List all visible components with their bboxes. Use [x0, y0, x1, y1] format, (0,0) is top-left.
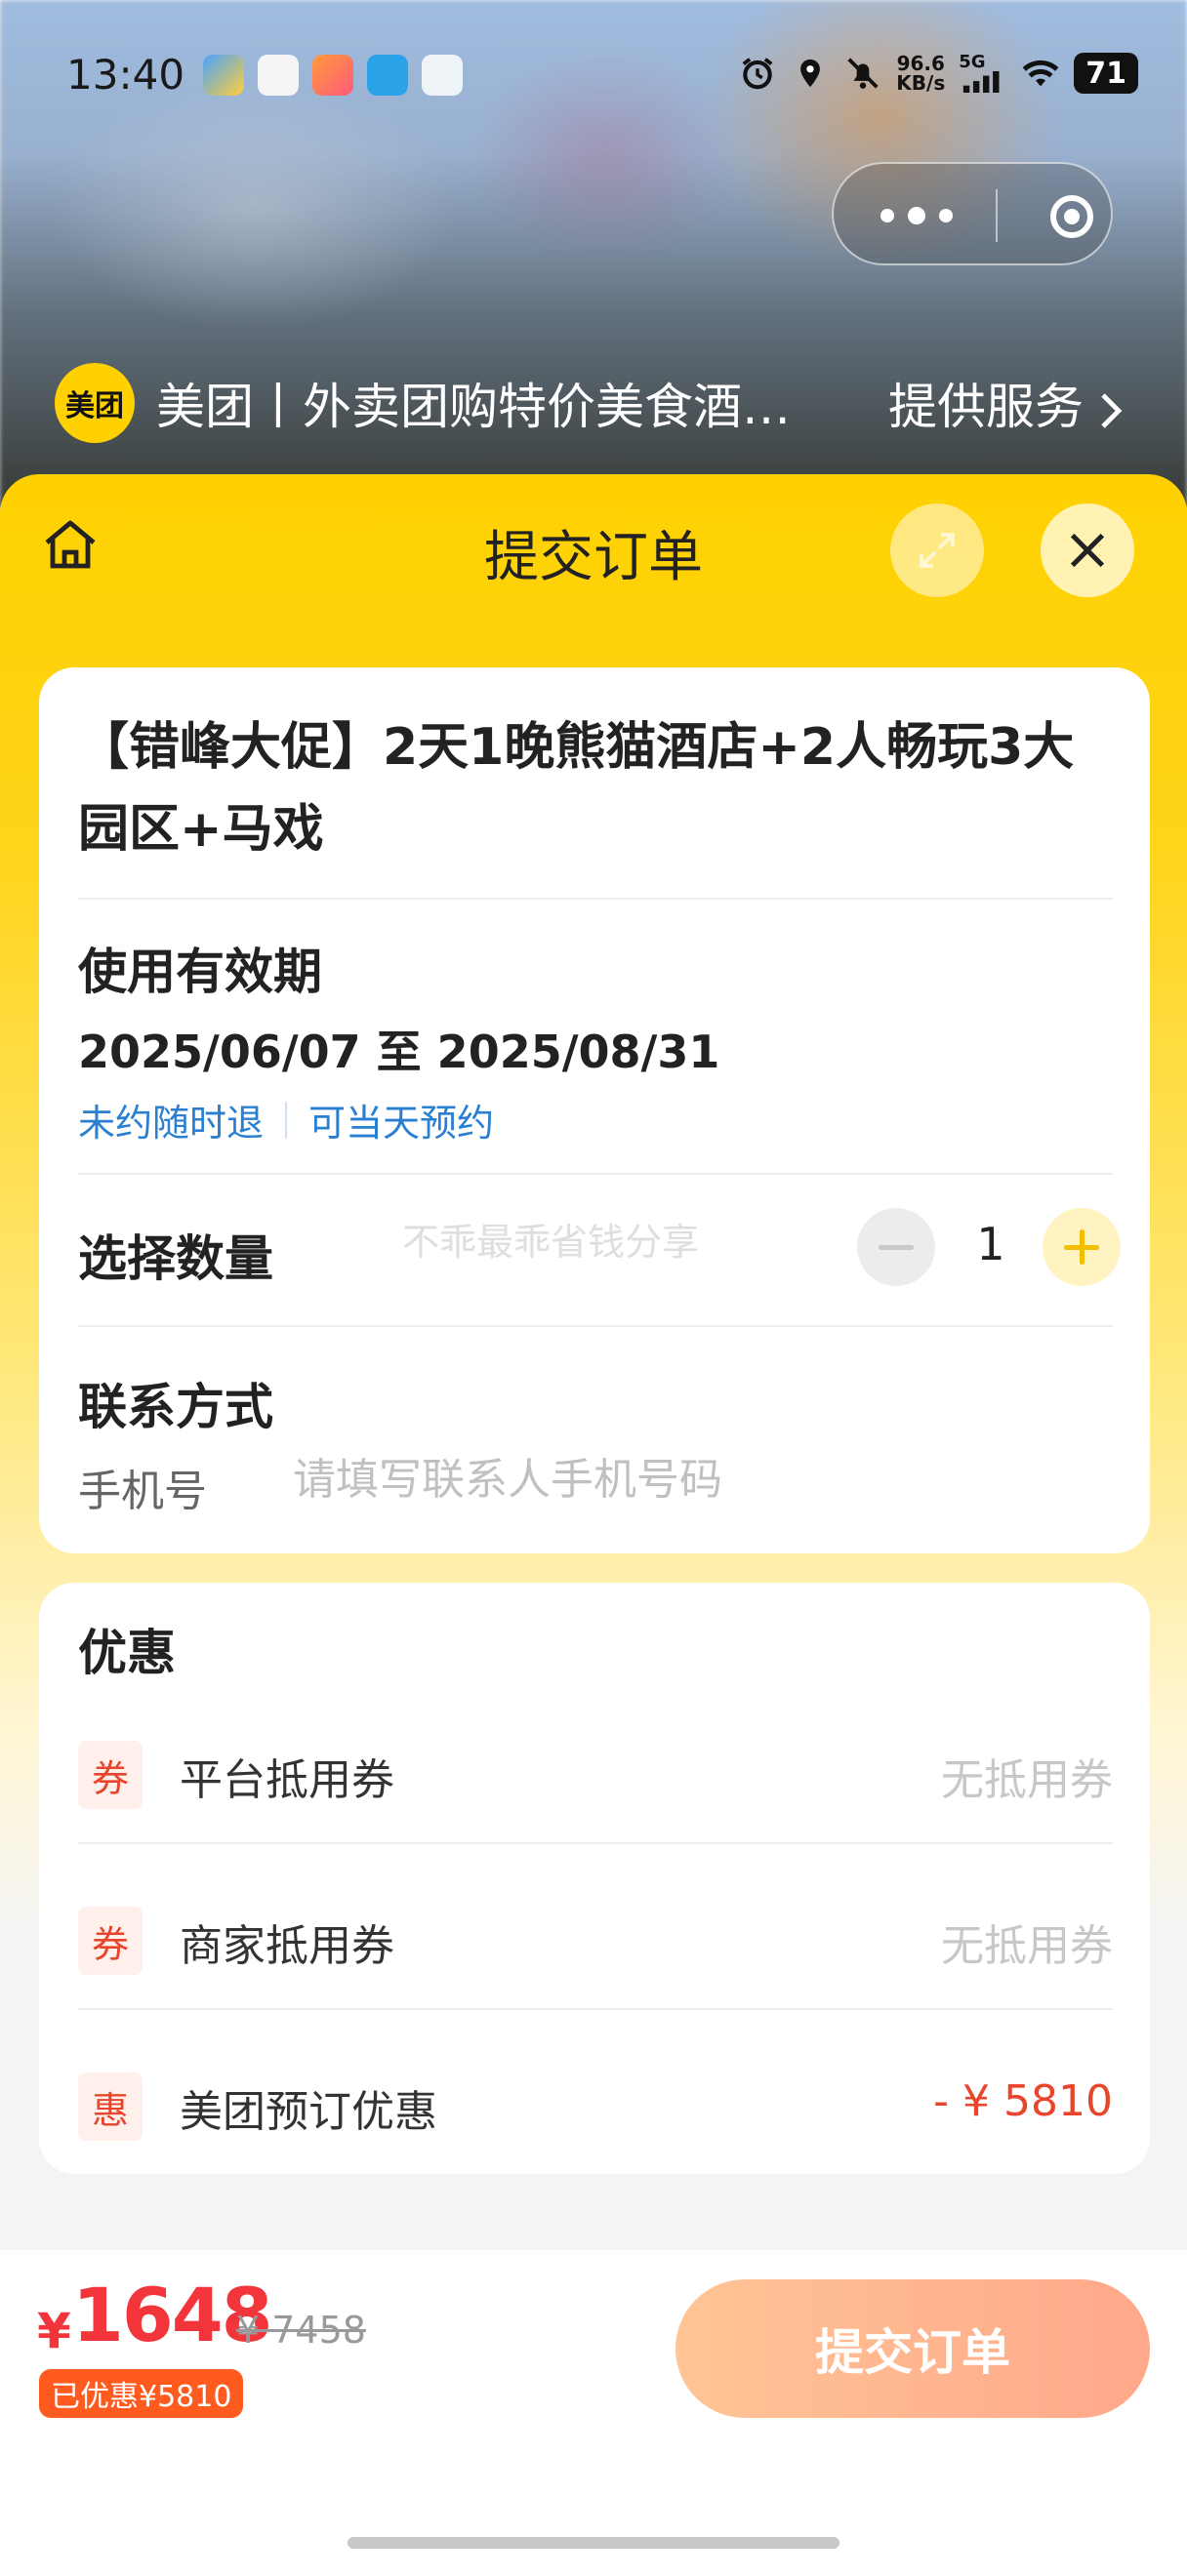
phone-label: 手机号 — [78, 1467, 207, 1516]
quantity-label: 选择数量 — [78, 1230, 273, 1287]
service-provider-row[interactable]: 美团 美团丨外卖团购特价美食酒… 提供服务 — [55, 359, 1138, 447]
discount-badge: 惠 — [78, 2073, 143, 2141]
wifi-icon — [1021, 54, 1060, 93]
app-notification-icon — [422, 55, 463, 96]
close-button[interactable] — [1041, 503, 1134, 597]
quantity-stepper: 1 — [857, 1208, 1121, 1286]
expand-button[interactable] — [890, 503, 984, 597]
decrease-button[interactable] — [857, 1208, 935, 1286]
coupon-badge: 券 — [78, 1907, 143, 1975]
app-notification-icon — [203, 55, 244, 96]
miniprogram-capsule — [832, 162, 1113, 265]
tag-separator — [285, 1101, 288, 1139]
location-icon — [791, 54, 830, 93]
meituan-logo: 美团 — [55, 363, 135, 443]
phone-input[interactable] — [293, 1450, 1074, 1509]
expand-icon — [920, 533, 955, 568]
promo-value: 无抵用券 — [941, 1755, 1113, 1805]
net-speed-unit: KB/s — [896, 71, 946, 95]
tag-same-day: 可当天预约 — [308, 1102, 495, 1145]
close-miniprogram-icon[interactable] — [1050, 195, 1093, 238]
home-indicator — [348, 2537, 839, 2549]
telegram-icon — [367, 55, 408, 96]
coupon-badge: 券 — [78, 1741, 143, 1809]
more-options-icon[interactable] — [880, 201, 959, 230]
validity-range: 2025/06/07 至 2025/08/31 — [78, 1026, 720, 1078]
signal-icon: 5G — [959, 54, 1007, 93]
saved-badge: 已优惠¥5810 — [39, 2369, 244, 2418]
divider — [78, 2008, 1113, 2010]
tag-refund: 未约随时退 — [78, 1102, 265, 1145]
promo-value: - ¥ 5810 — [933, 2076, 1113, 2126]
mute-icon — [843, 54, 882, 93]
submit-order-button[interactable]: 提交订单 — [675, 2279, 1150, 2418]
provider-name: 美团丨外卖团购特价美食酒… — [156, 379, 791, 435]
quantity-value: 1 — [976, 1218, 1005, 1270]
order-info-card: 【错峰大促】2天1晚熊猫酒店+2人畅玩3大园区+马戏 使用有效期 2025/06… — [39, 667, 1150, 1553]
net-speed: 96.6 KB/s — [896, 54, 945, 93]
price-currency: ¥ — [37, 2303, 71, 2359]
divider — [78, 898, 1113, 900]
net-speed-value: 96.6 — [896, 52, 945, 75]
notification-icons — [203, 55, 463, 96]
divider — [78, 1325, 1113, 1327]
sheet-title: 提交订单 — [484, 526, 703, 589]
product-title: 【错峰大促】2天1晚熊猫酒店+2人畅玩3大园区+马戏 — [78, 718, 1075, 859]
original-price: ¥ 7458 — [236, 2309, 366, 2352]
battery-indicator: 71 — [1074, 53, 1138, 94]
validity-tags: 未约随时退 可当天预约 — [78, 1093, 494, 1147]
promo-name: 平台抵用券 — [180, 1755, 394, 1805]
promo-card: 优惠 券 平台抵用券 无抵用券 券 商家抵用券 无抵用券 惠 美团预订优惠 - … — [39, 1583, 1150, 2174]
increase-button[interactable] — [1043, 1208, 1121, 1286]
promo-row-platform-coupon[interactable]: 券 平台抵用券 无抵用券 — [78, 1729, 1113, 1827]
clock-app-icon — [258, 55, 299, 96]
promo-name: 商家抵用券 — [180, 1921, 394, 1971]
status-bar: 13:40 96.6 KB/s 5G 71 — [0, 39, 1187, 117]
validity-label: 使用有效期 — [78, 944, 322, 1000]
capsule-divider — [996, 189, 998, 242]
promo-row-merchant-coupon[interactable]: 券 商家抵用券 无抵用券 — [78, 1895, 1113, 1992]
promo-name: 美团预订优惠 — [180, 2087, 437, 2137]
bottom-bar: ¥ 1648 ¥ 7458 已优惠¥5810 提交订单 — [0, 2250, 1187, 2576]
signal-label: 5G — [959, 52, 986, 72]
video-app-icon — [312, 55, 353, 96]
status-time: 13:40 — [66, 51, 185, 99]
promo-title: 优惠 — [78, 1625, 176, 1681]
alarm-icon — [738, 54, 777, 93]
chevron-right-icon — [1101, 392, 1123, 428]
provider-service-link[interactable]: 提供服务 — [888, 368, 1123, 438]
provider-service-label: 提供服务 — [888, 379, 1084, 435]
divider — [78, 1173, 1113, 1175]
system-icons: 96.6 KB/s 5G 71 — [738, 53, 1138, 94]
divider — [78, 1842, 1113, 1844]
promo-value: 无抵用券 — [941, 1921, 1113, 1971]
close-icon — [1070, 533, 1105, 568]
promo-row-booking-discount: 惠 美团预订优惠 - ¥ 5810 — [78, 2061, 1113, 2158]
watermark-text: 不乖最乖省钱分享 — [402, 1221, 700, 1264]
contact-label: 联系方式 — [78, 1379, 273, 1435]
